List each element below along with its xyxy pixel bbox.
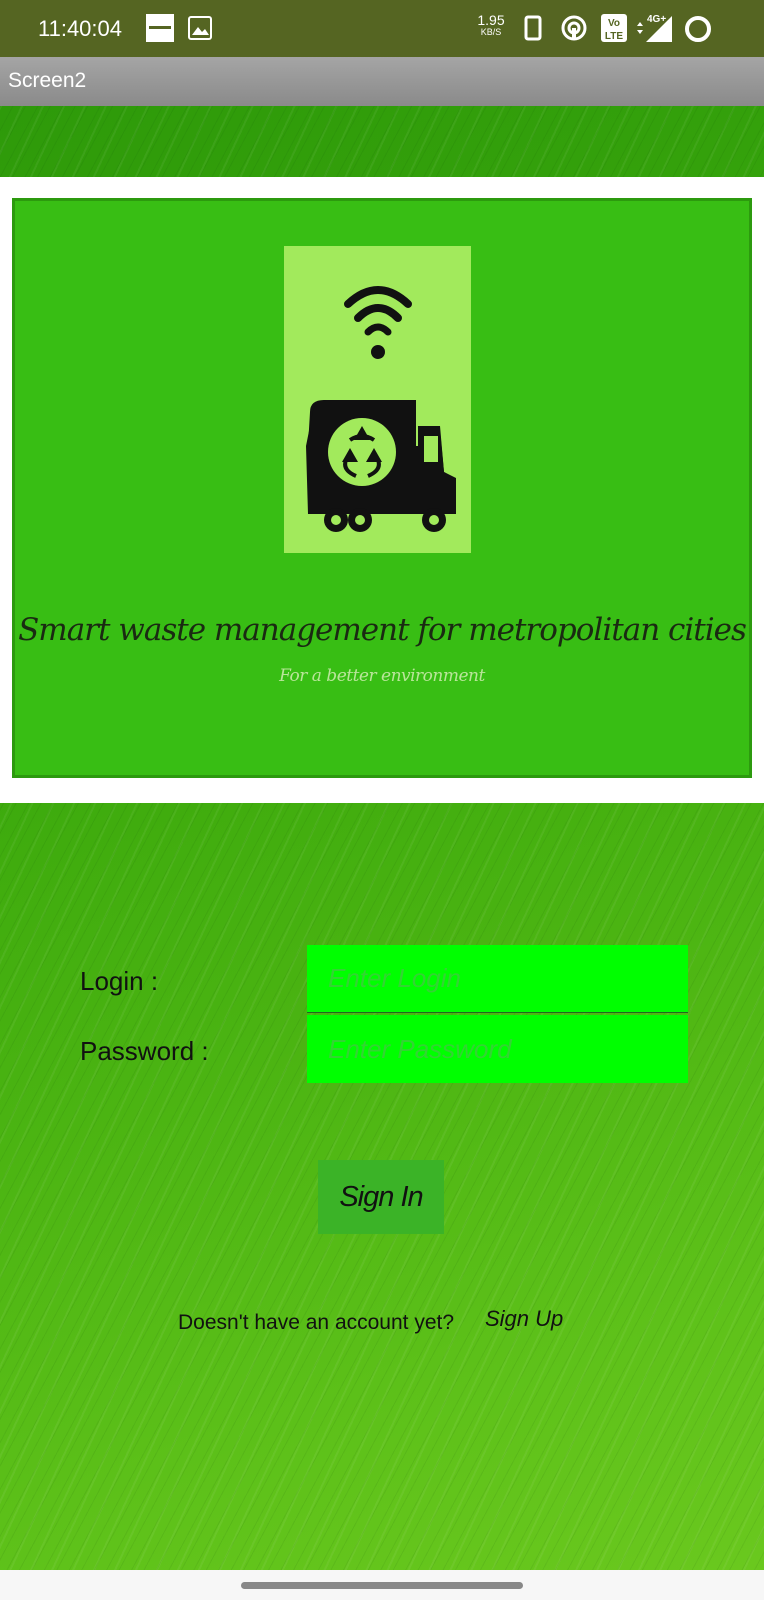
gallery-icon [188,16,212,40]
status-time: 11:40:04 [38,16,123,41]
battery-ring-icon [685,16,711,42]
login-label: Login : [80,966,159,996]
recycling-truck-icon [306,286,456,532]
hotspot-icon [561,15,587,41]
phone-icon [524,15,542,41]
zomato-notification-icon [146,14,174,42]
login-input[interactable] [307,945,688,1013]
page-title: Screen2 [8,69,87,92]
network-speed: 1.95 KB/S [476,12,506,38]
wifi-signal-icon [344,286,412,359]
speed-value: 1.95 [477,12,505,28]
password-input[interactable] [307,1015,688,1083]
status-bar: 11:40:04 1.95 KB/S Vo LTE 4G+ [0,0,764,57]
svg-text:Vo: Vo [608,18,620,29]
app-title-bar: Screen2 [0,57,764,106]
banner-subtitle: For a better environment [279,666,485,686]
password-label: Password : [80,1036,209,1066]
sign-in-button[interactable]: Sign In [318,1160,444,1234]
no-account-prompt: Doesn't have an account yet? [178,1311,455,1334]
svg-text:LTE: LTE [605,31,623,42]
logo-box [284,246,471,553]
banner-title: Smart waste management for metropolitan … [18,612,747,648]
volte-icon: Vo LTE [601,14,627,42]
home-gesture-handle[interactable] [241,1582,523,1589]
svg-text:4G+: 4G+ [647,14,666,25]
navigation-bar [0,1570,764,1600]
sign-up-link[interactable]: Sign Up [485,1306,563,1332]
signal-icon: 4G+ [637,14,672,42]
